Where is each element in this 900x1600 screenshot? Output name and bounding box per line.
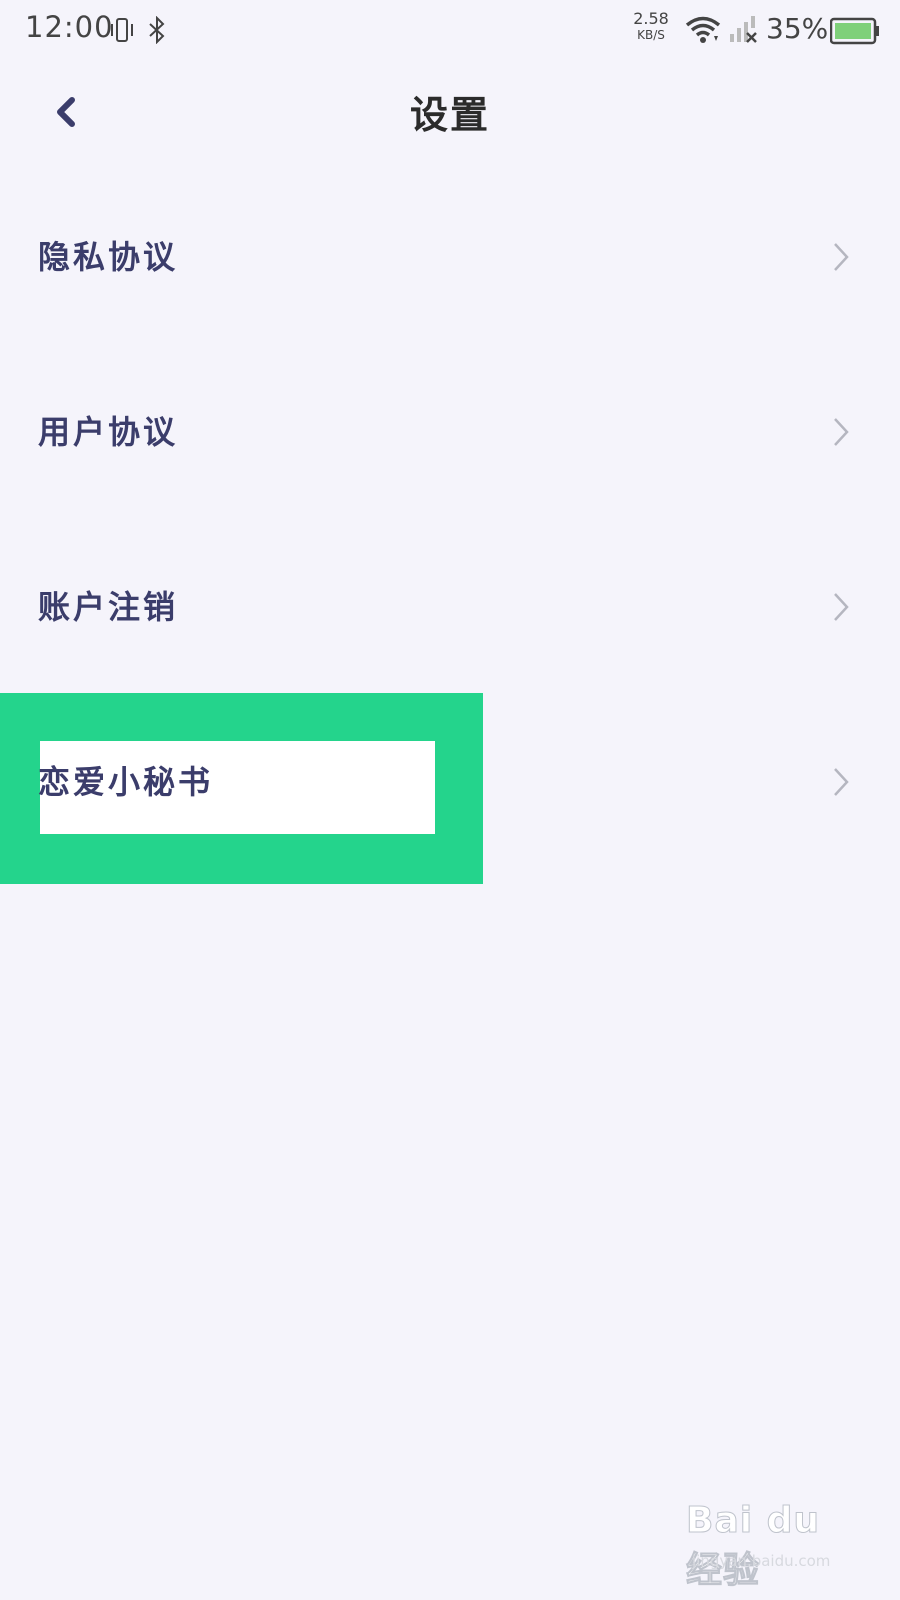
net-speed-unit: KB/S: [637, 28, 665, 42]
net-speed-value: 2.58: [633, 9, 669, 28]
battery-icon: [829, 17, 880, 49]
menu-item-label: 用户协议: [38, 413, 179, 451]
watermark-url: jingyan.baidu.com: [692, 1552, 831, 1570]
page-title: 设置: [409, 92, 490, 137]
net-speed: 2.58 KB/S: [628, 11, 674, 43]
battery-percent: 35%: [766, 12, 829, 45]
menu-item-label: 隐私协议: [38, 238, 179, 276]
bluetooth-icon: [146, 15, 168, 48]
menu-item-privacy-policy[interactable]: 隐私协议: [0, 204, 900, 304]
chevron-right-icon: [830, 590, 852, 628]
menu-item-account-deletion[interactable]: 账户注销: [0, 554, 900, 654]
watermark: Bai du 经验 jingyan.baidu.com: [686, 1500, 866, 1592]
header: 设置: [0, 72, 900, 152]
menu-item-user-agreement[interactable]: 用户协议: [0, 379, 900, 479]
status-bar: 12:00 2.58 KB/S 35%: [0, 0, 900, 62]
chevron-right-icon: [830, 415, 852, 453]
watermark-brand: Bai du 经验: [686, 1500, 821, 1592]
menu-item-label: 恋爱小秘书: [38, 763, 214, 801]
chevron-right-icon: [830, 765, 852, 803]
signal-icon: [728, 16, 758, 48]
menu-item-label: 账户注销: [38, 588, 179, 626]
chevron-right-icon: [830, 240, 852, 278]
menu-item-love-secretary[interactable]: 恋爱小秘书: [0, 729, 900, 829]
wifi-icon: [684, 14, 722, 50]
status-time: 12:00: [25, 10, 114, 44]
vibrate-icon: [108, 16, 136, 48]
